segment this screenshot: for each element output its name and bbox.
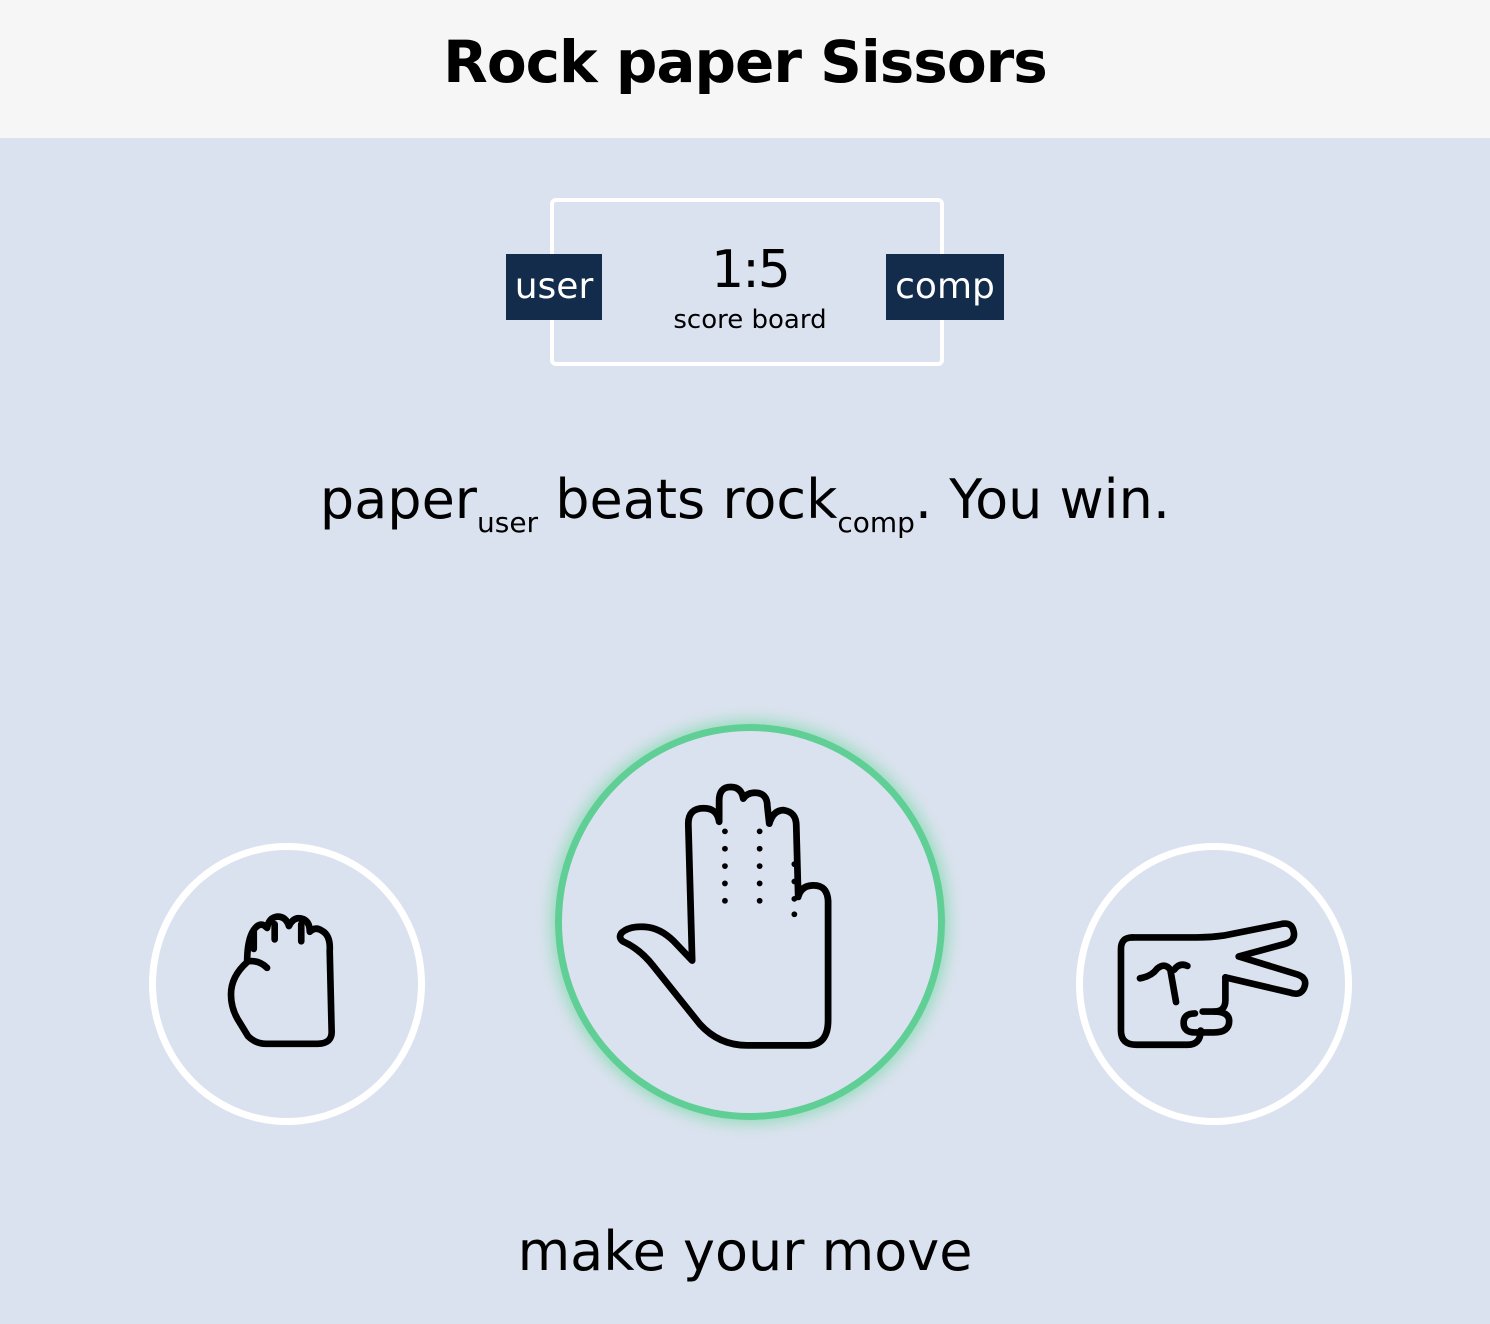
- comp-badge: comp: [886, 254, 1004, 320]
- user-badge: user: [506, 254, 602, 320]
- rock-fist-icon: [227, 913, 335, 1048]
- make-move-prompt: make your move: [517, 1220, 973, 1283]
- scissors-button[interactable]: [1076, 843, 1352, 1125]
- scissors-fingers-icon: [1117, 920, 1309, 1049]
- paper-button[interactable]: [555, 724, 945, 1120]
- page-title: Rock paper Sissors: [443, 28, 1048, 96]
- score-value: 1:5: [711, 240, 791, 300]
- result-user-tag: user: [477, 506, 539, 539]
- result-verb: beats: [555, 468, 706, 531]
- paper-hand-icon: [616, 783, 832, 1049]
- score-board-label: score board: [673, 305, 827, 335]
- result-comp-tag: comp: [837, 506, 915, 539]
- rock-button[interactable]: [149, 843, 425, 1125]
- result-comp-choice: rock: [722, 468, 838, 531]
- header: Rock paper Sissors: [0, 0, 1490, 138]
- result-user-choice: paper: [319, 468, 477, 531]
- result-message: paperuser beats rockcomp. You win.: [0, 462, 1490, 538]
- result-outcome: . You win.: [914, 468, 1171, 531]
